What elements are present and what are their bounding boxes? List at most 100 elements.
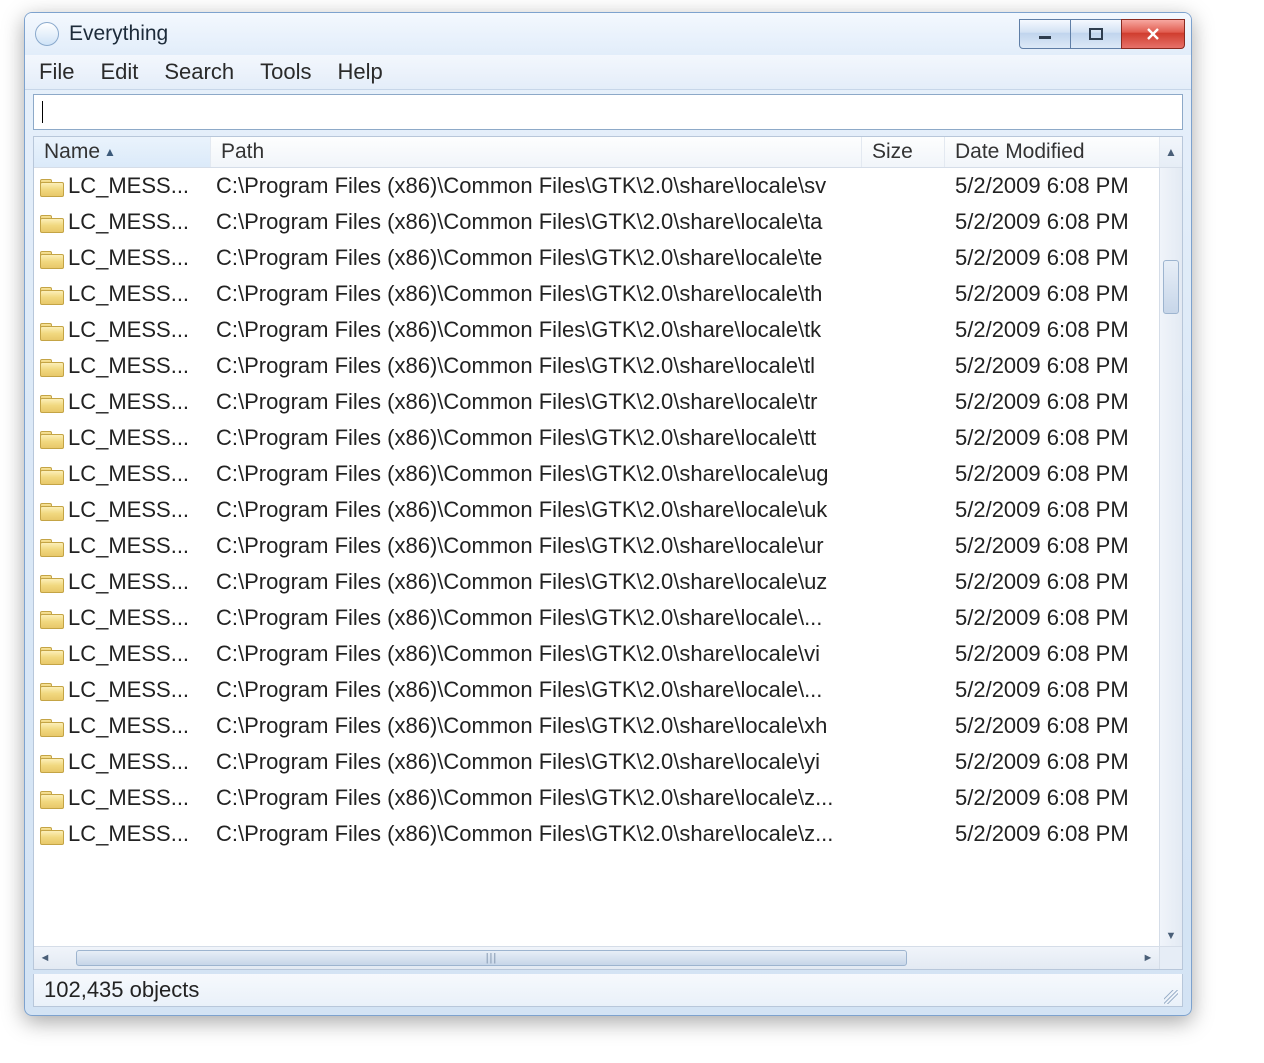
cell-date: 5/2/2009 6:08 PM bbox=[945, 497, 1159, 523]
table-row[interactable]: LC_MESS...C:\Program Files (x86)\Common … bbox=[34, 456, 1159, 492]
table-row[interactable]: LC_MESS...C:\Program Files (x86)\Common … bbox=[34, 420, 1159, 456]
cell-date: 5/2/2009 6:08 PM bbox=[945, 641, 1159, 667]
file-name: LC_MESS... bbox=[68, 245, 189, 271]
file-name: LC_MESS... bbox=[68, 461, 189, 487]
cell-name: LC_MESS... bbox=[34, 389, 206, 415]
table-row[interactable]: LC_MESS...C:\Program Files (x86)\Common … bbox=[34, 780, 1159, 816]
grip-icon: ||| bbox=[486, 952, 498, 964]
folder-icon bbox=[40, 825, 62, 843]
folder-icon bbox=[40, 537, 62, 555]
table-row[interactable]: LC_MESS...C:\Program Files (x86)\Common … bbox=[34, 168, 1159, 204]
cell-path: C:\Program Files (x86)\Common Files\GTK\… bbox=[206, 497, 863, 523]
column-header-name[interactable]: Name ▲ bbox=[34, 137, 211, 167]
menu-search[interactable]: Search bbox=[164, 59, 234, 85]
folder-icon bbox=[40, 321, 62, 339]
titlebar[interactable]: Everything bbox=[25, 13, 1191, 55]
file-name: LC_MESS... bbox=[68, 353, 189, 379]
folder-icon bbox=[40, 645, 62, 663]
cell-date: 5/2/2009 6:08 PM bbox=[945, 353, 1159, 379]
table-row[interactable]: LC_MESS...C:\Program Files (x86)\Common … bbox=[34, 204, 1159, 240]
folder-icon bbox=[40, 177, 62, 195]
chevron-right-icon: ► bbox=[1143, 952, 1154, 964]
cell-name: LC_MESS... bbox=[34, 317, 206, 343]
table-row[interactable]: LC_MESS...C:\Program Files (x86)\Common … bbox=[34, 528, 1159, 564]
list-body: LC_MESS...C:\Program Files (x86)\Common … bbox=[34, 168, 1182, 946]
horizontal-scrollbar[interactable]: ◄ ||| ► bbox=[34, 946, 1182, 969]
table-row[interactable]: LC_MESS...C:\Program Files (x86)\Common … bbox=[34, 816, 1159, 852]
folder-icon bbox=[40, 609, 62, 627]
sort-asc-icon: ▲ bbox=[104, 145, 116, 159]
scroll-right-button[interactable]: ► bbox=[1137, 947, 1159, 969]
cell-date: 5/2/2009 6:08 PM bbox=[945, 389, 1159, 415]
table-row[interactable]: LC_MESS...C:\Program Files (x86)\Common … bbox=[34, 636, 1159, 672]
cell-name: LC_MESS... bbox=[34, 677, 206, 703]
file-name: LC_MESS... bbox=[68, 713, 189, 739]
cell-path: C:\Program Files (x86)\Common Files\GTK\… bbox=[206, 785, 863, 811]
column-header-path[interactable]: Path bbox=[211, 137, 862, 167]
cell-name: LC_MESS... bbox=[34, 641, 206, 667]
table-row[interactable]: LC_MESS...C:\Program Files (x86)\Common … bbox=[34, 672, 1159, 708]
file-name: LC_MESS... bbox=[68, 605, 189, 631]
cell-name: LC_MESS... bbox=[34, 173, 206, 199]
horizontal-scroll-thumb[interactable]: ||| bbox=[76, 950, 907, 966]
menu-help[interactable]: Help bbox=[337, 59, 382, 85]
cell-name: LC_MESS... bbox=[34, 605, 206, 631]
table-row[interactable]: LC_MESS...C:\Program Files (x86)\Common … bbox=[34, 744, 1159, 780]
resize-grip[interactable] bbox=[1164, 990, 1178, 1004]
cell-name: LC_MESS... bbox=[34, 353, 206, 379]
scroll-left-button[interactable]: ◄ bbox=[34, 947, 56, 969]
folder-icon bbox=[40, 501, 62, 519]
cell-path: C:\Program Files (x86)\Common Files\GTK\… bbox=[206, 173, 863, 199]
table-row[interactable]: LC_MESS...C:\Program Files (x86)\Common … bbox=[34, 276, 1159, 312]
cell-date: 5/2/2009 6:08 PM bbox=[945, 281, 1159, 307]
column-header-name-label: Name bbox=[44, 140, 100, 164]
table-row[interactable]: LC_MESS...C:\Program Files (x86)\Common … bbox=[34, 492, 1159, 528]
cell-date: 5/2/2009 6:08 PM bbox=[945, 173, 1159, 199]
menu-file[interactable]: File bbox=[39, 59, 74, 85]
maximize-button[interactable] bbox=[1070, 19, 1122, 49]
cell-path: C:\Program Files (x86)\Common Files\GTK\… bbox=[206, 317, 863, 343]
folder-icon bbox=[40, 717, 62, 735]
cell-date: 5/2/2009 6:08 PM bbox=[945, 533, 1159, 559]
table-row[interactable]: LC_MESS...C:\Program Files (x86)\Common … bbox=[34, 708, 1159, 744]
file-name: LC_MESS... bbox=[68, 677, 189, 703]
vertical-scroll-thumb[interactable] bbox=[1163, 260, 1179, 314]
scroll-up-button[interactable]: ▲ bbox=[1160, 137, 1182, 167]
cell-date: 5/2/2009 6:08 PM bbox=[945, 785, 1159, 811]
cell-date: 5/2/2009 6:08 PM bbox=[945, 713, 1159, 739]
table-row[interactable]: LC_MESS...C:\Program Files (x86)\Common … bbox=[34, 600, 1159, 636]
chevron-down-icon: ▼ bbox=[1166, 930, 1177, 942]
scroll-down-button[interactable]: ▼ bbox=[1160, 926, 1182, 946]
close-button[interactable] bbox=[1121, 19, 1185, 49]
horizontal-scroll-track[interactable]: ||| bbox=[56, 947, 1137, 969]
menu-tools[interactable]: Tools bbox=[260, 59, 311, 85]
minimize-button[interactable] bbox=[1019, 19, 1071, 49]
menubar: File Edit Search Tools Help bbox=[25, 55, 1191, 90]
cell-date: 5/2/2009 6:08 PM bbox=[945, 821, 1159, 847]
column-header-size[interactable]: Size bbox=[862, 137, 945, 167]
search-input[interactable] bbox=[43, 100, 1176, 125]
table-row[interactable]: LC_MESS... C:\Program Files (x86)\Common … bbox=[34, 564, 1159, 600]
list-view: Name ▲ Path Size Date Modified ▲ LC_MESS… bbox=[33, 136, 1183, 970]
file-name: LC_MESS... bbox=[68, 569, 189, 595]
menu-edit[interactable]: Edit bbox=[100, 59, 138, 85]
close-icon bbox=[1144, 27, 1162, 41]
folder-icon bbox=[40, 285, 62, 303]
cell-date: 5/2/2009 6:08 PM bbox=[945, 569, 1159, 595]
column-header-date[interactable]: Date Modified bbox=[945, 137, 1160, 167]
table-row[interactable]: LC_MESS...C:\Program Files (x86)\Common … bbox=[34, 348, 1159, 384]
minimize-icon bbox=[1036, 27, 1054, 41]
table-row[interactable]: LC_MESS... C:\Program Files (x86)\Common … bbox=[34, 240, 1159, 276]
vertical-scrollbar[interactable]: ▼ bbox=[1159, 168, 1182, 946]
cell-path: C:\Program Files (x86)\Common Files\GTK\… bbox=[206, 209, 863, 235]
cell-name: LC_MESS... bbox=[34, 713, 206, 739]
cell-path: C:\Program Files (x86)\Common Files\GTK\… bbox=[206, 533, 863, 559]
column-header-size-label: Size bbox=[872, 140, 913, 164]
file-name: LC_MESS... bbox=[68, 425, 189, 451]
folder-icon bbox=[40, 789, 62, 807]
maximize-icon bbox=[1087, 27, 1105, 41]
cell-path: C:\Program Files (x86)\Common Files\GTK\… bbox=[206, 245, 863, 271]
table-row[interactable]: LC_MESS...C:\Program Files (x86)\Common … bbox=[34, 384, 1159, 420]
cell-path: C:\Program Files (x86)\Common Files\GTK\… bbox=[206, 569, 863, 595]
table-row[interactable]: LC_MESS...C:\Program Files (x86)\Common … bbox=[34, 312, 1159, 348]
